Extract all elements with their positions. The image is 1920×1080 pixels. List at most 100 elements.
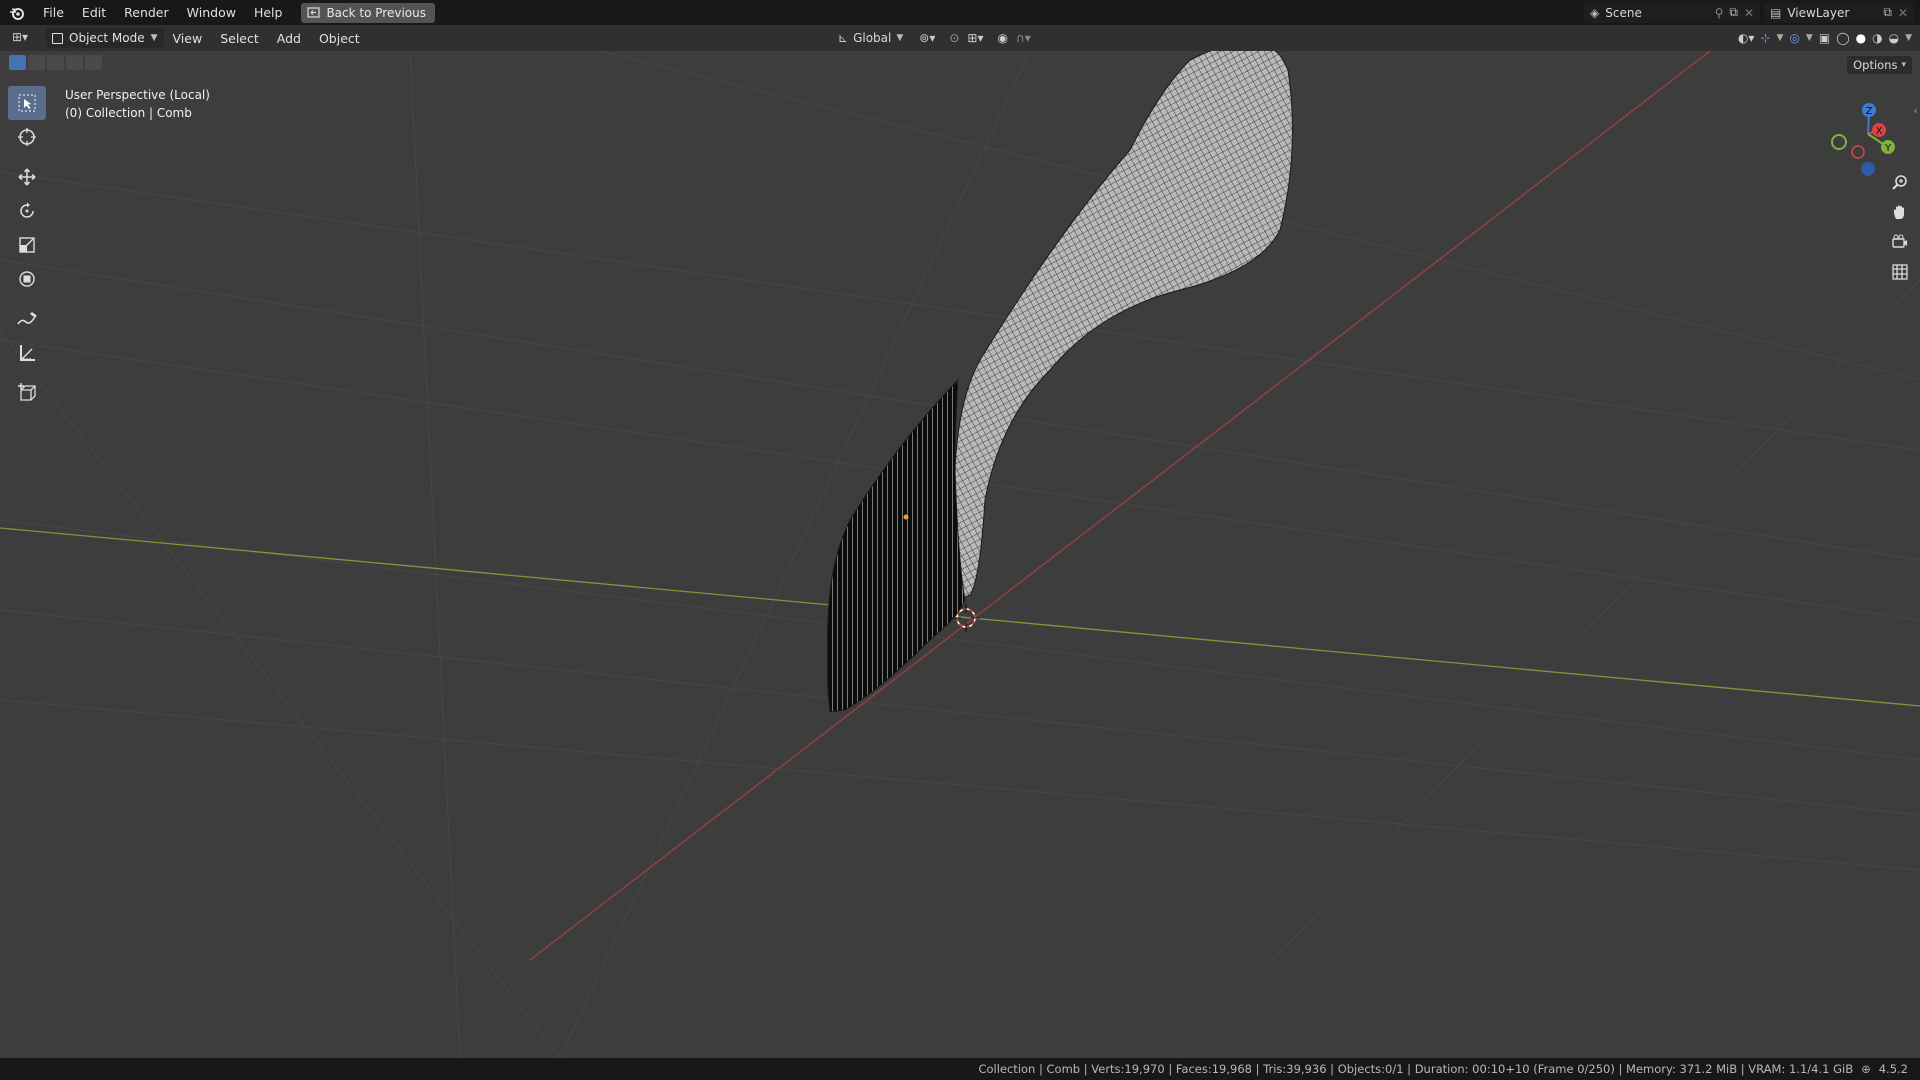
selection-mode-group [9,55,102,70]
menu-view[interactable]: View [164,31,212,46]
viewport-scene[interactable] [0,51,1920,1058]
pencil-icon [17,312,37,325]
menu-window[interactable]: Window [178,0,245,25]
cursor-arrow-icon [18,94,36,112]
camera-view-icon[interactable] [1888,230,1912,254]
xray-icon[interactable]: ▣ [1819,31,1830,45]
proportional-edit-icon[interactable]: ◉ [997,31,1007,45]
gizmo-y-label: Y [1884,143,1892,154]
navigation-buttons [1888,170,1912,284]
pivot-point-icon[interactable]: ⊚▾ [919,31,935,45]
rendered-shading-icon[interactable]: ◒ [1889,31,1899,45]
network-icon: ⊕ [1861,1062,1871,1076]
cursor-tool[interactable] [8,120,46,154]
select-set-icon[interactable] [9,55,26,70]
snap-target-icon[interactable]: ⊞▾ [967,31,983,45]
sidebar-toggle-icon[interactable]: ‹ [1914,104,1918,117]
back-icon [307,7,321,18]
mode-label: Object Mode [69,31,145,45]
orientation-label: Global [853,31,892,45]
solid-shading-icon[interactable]: ● [1856,31,1866,45]
view-layer-icon: ▤ [1770,5,1782,20]
add-cube-tool[interactable] [8,376,46,410]
pan-hand-icon[interactable] [1888,200,1912,224]
chevron-down-icon[interactable]: ▼ [1777,33,1784,43]
snap-icon[interactable]: ⊙ [949,31,959,45]
back-to-previous-button[interactable]: Back to Previous [301,2,435,23]
move-icon [18,168,36,186]
select-invert-icon[interactable] [66,55,83,70]
menu-help[interactable]: Help [245,0,292,25]
transform-tool[interactable] [8,262,46,296]
zoom-icon[interactable] [1888,170,1912,194]
ortho-grid-icon[interactable] [1888,260,1912,284]
gizmo-z-label: Z [1866,106,1873,117]
rotate-tool[interactable] [8,194,46,228]
navigation-gizmo[interactable]: Z X Y [1822,90,1912,180]
top-menu-bar: File Edit Render Window Help Back to Pre… [0,0,1920,25]
ruler-icon [20,345,35,361]
back-to-previous-label: Back to Previous [326,5,426,20]
scene-icon: ◈ [1590,5,1600,20]
select-extend-icon[interactable] [28,55,45,70]
visibility-icon[interactable]: ◐▾ [1738,31,1755,45]
new-scene-icon[interactable]: ⧉ [1729,5,1738,20]
wireframe-shading-icon[interactable]: ◯ [1836,31,1849,45]
select-box-tool[interactable] [8,86,46,120]
add-cube-icon [18,383,36,401]
object-origin [903,514,909,520]
menu-select[interactable]: Select [211,31,268,46]
menu-object[interactable]: Object [310,31,369,46]
chevron-down-icon: ▼ [150,33,158,43]
object-mode-icon [52,32,63,44]
annotate-tool[interactable] [8,302,46,336]
version-label: 4.5.2 [1878,1062,1908,1076]
material-shading-icon[interactable]: ◑ [1872,31,1882,45]
transform-icon [19,271,35,287]
gizmo-x-label: X [1876,126,1883,137]
menu-file[interactable]: File [34,0,73,25]
3d-cursor-icon [18,128,36,146]
move-tool[interactable] [8,160,46,194]
scene-name: Scene [1605,5,1642,20]
pin-icon[interactable]: ⚲ [1715,6,1724,20]
measure-tool[interactable] [8,336,46,370]
editor-type-icon[interactable]: ⊞▾ [12,30,28,44]
blender-logo-icon[interactable] [0,0,34,25]
comb-mesh [826,51,1293,713]
new-view-layer-icon[interactable]: ⧉ [1883,5,1892,20]
scale-icon [19,237,35,253]
viewport-info: User Perspective (Local) (0) Collection … [65,86,210,122]
orientation-dropdown[interactable]: ⊾ Global ▼ [838,31,903,45]
chevron-down-icon[interactable]: ▼ [1806,33,1813,43]
mode-dropdown[interactable]: Object Mode ▼ [46,28,164,48]
select-intersect-icon[interactable] [85,55,102,70]
menu-render[interactable]: Render [115,0,178,25]
tool-shelf [8,86,46,410]
overlays-icon[interactable]: ◎ [1789,31,1799,45]
options-label: Options [1853,58,1898,72]
topbar-right: ◈ Scene ⚲ ⧉ ✕ ▤ ViewLayer ⧉ ✕ [1584,0,1920,25]
close-view-layer-icon[interactable]: ✕ [1898,6,1908,20]
menu-add[interactable]: Add [268,31,310,46]
chevron-down-icon[interactable]: ▼ [1905,33,1912,43]
viewport-display-tools: ◐▾ ⊹ ▼ ◎ ▼ ▣ ◯ ● ◑ ◒ ▼ [1738,28,1912,48]
scale-tool[interactable] [8,228,46,262]
chevron-down-icon: ▼ [896,33,904,43]
orientation-icon: ⊾ [838,31,849,45]
menu-edit[interactable]: Edit [73,0,115,25]
perspective-label: User Perspective (Local) [65,88,210,102]
chevron-down-icon: ▾ [1901,60,1906,70]
scene-selector[interactable]: ◈ Scene ⚲ ⧉ ✕ [1584,2,1760,23]
status-bar: Collection | Comb | Verts:19,970 | Faces… [0,1058,1920,1080]
gizmo-toggle-icon[interactable]: ⊹ [1760,31,1770,45]
close-scene-icon[interactable]: ✕ [1744,6,1754,20]
options-dropdown[interactable]: Options ▾ [1847,56,1912,74]
view-layer-name: ViewLayer [1787,5,1850,20]
transform-tools: ⊾ Global ▼ ⊚▾ ⊙ ⊞▾ ◉ ∩▾ [838,28,1031,48]
view-layer-selector[interactable]: ▤ ViewLayer ⧉ ✕ [1764,2,1914,23]
rotate-icon [20,202,34,218]
select-subtract-icon[interactable] [47,55,64,70]
3d-viewport[interactable]: Z X Y [0,51,1920,1058]
falloff-icon[interactable]: ∩▾ [1016,31,1031,45]
